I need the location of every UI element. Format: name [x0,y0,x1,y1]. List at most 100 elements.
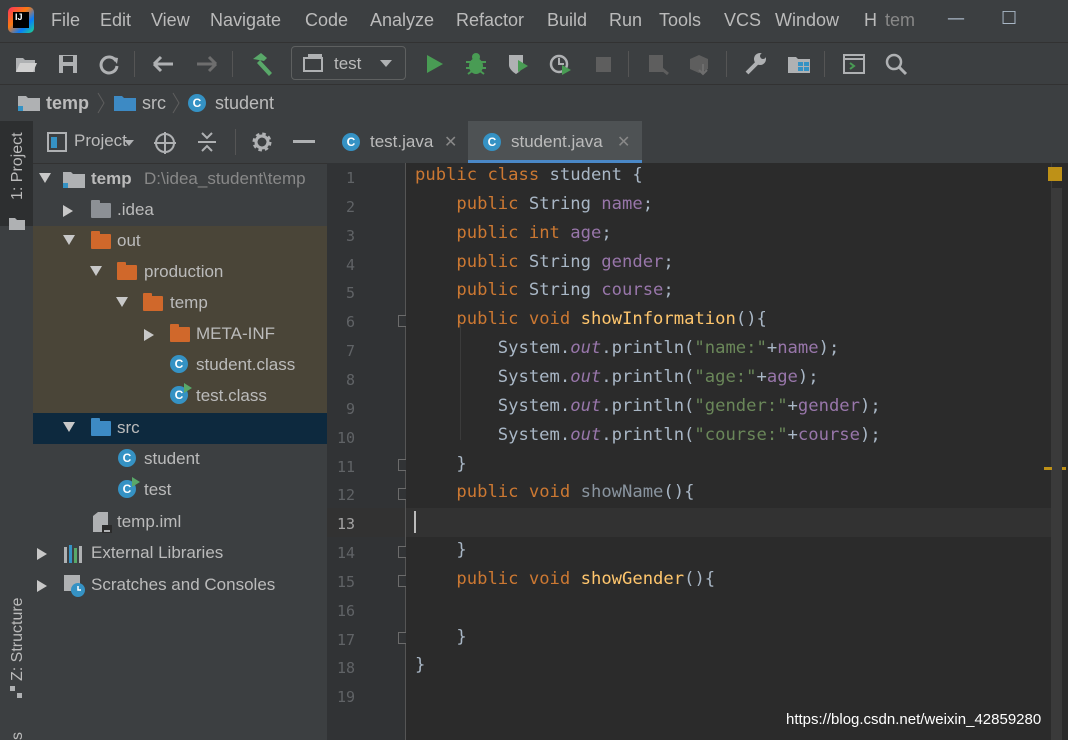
code-editor[interactable]: public class student { public String nam… [406,163,1051,740]
menu-edit[interactable]: Edit [100,10,131,31]
debug-icon[interactable] [461,49,491,79]
tab-test-java[interactable]: C test.java ✕ [327,121,467,163]
tree-item-temp-output[interactable]: temp [33,288,327,319]
expand-arrow-icon[interactable] [90,266,102,276]
line-number: 12 [336,486,355,505]
editor-gutter[interactable]: 1 2 3 4 5 6 7 8 9 10 11 12 13 14 15 16 17 18 19 [327,163,410,740]
tree-item-external-libraries[interactable]: External Libraries [33,538,327,569]
tree-item-student[interactable]: C student [33,444,327,475]
expand-arrow-icon[interactable] [37,548,47,560]
code-line: } [415,655,426,676]
tree-item-src[interactable]: src [33,413,327,444]
menu-window[interactable]: Window [775,10,839,31]
line-number: 6 [345,313,355,332]
menu-bar: IJ File Edit View Navigate Code Analyze … [0,0,1068,42]
menu-tools[interactable]: Tools [659,10,701,31]
chevron-down-icon[interactable] [123,139,135,147]
menu-file[interactable]: File [51,10,80,31]
tree-item-meta-inf[interactable]: META-INF [33,319,327,350]
menu-help[interactable]: H [864,10,877,31]
tree-item-label: META-INF [196,324,276,343]
breadcrumb-file[interactable]: student [215,93,274,114]
tree-item-temp-module[interactable]: temp D:\idea_student\temp [33,164,327,195]
line-number: 1 [345,169,355,187]
stop-icon[interactable] [588,49,618,79]
search-icon[interactable] [881,49,911,79]
expand-arrow-icon[interactable] [116,297,128,307]
code-line: public String course; [456,280,674,301]
line-number: 11 [336,457,355,476]
code-line: System.out.println("course:"+course); [415,424,881,445]
open-folder-icon[interactable] [11,49,41,79]
project-structure-icon[interactable] [784,49,814,79]
gear-icon[interactable] [251,131,273,153]
maximize-button[interactable]: ☐ [1001,8,1017,29]
tab-label: student.java [511,132,603,151]
run-icon[interactable] [419,49,449,79]
breadcrumb-project[interactable]: temp [46,93,89,114]
expand-arrow-icon[interactable] [63,422,75,432]
breadcrumb-folder[interactable]: src [142,93,166,114]
menu-run[interactable]: Run [609,10,642,31]
run-config-dropdown[interactable]: test [291,46,406,80]
expand-arrow-icon[interactable] [39,173,51,183]
line-number: 9 [345,399,355,418]
expand-arrow-icon[interactable] [37,580,47,592]
folder-icon [9,218,25,230]
settings-wrench-icon[interactable] [741,49,771,79]
coverage-icon[interactable] [503,49,533,79]
scratches-icon [64,575,85,597]
breadcrumb-separator-icon [172,92,180,114]
tree-item-production[interactable]: production [33,257,327,288]
project-tool-tab-label[interactable]: 1: Project [9,132,27,200]
tree-item-student-class[interactable]: C student.class [33,350,327,381]
deploy-icon[interactable] [685,49,715,79]
tree-item-scratches[interactable]: Scratches and Consoles [33,570,327,601]
code-line: } [415,453,467,474]
tree-item-temp-iml[interactable]: temp.iml [33,507,327,538]
hide-panel-icon[interactable] [293,140,315,144]
locate-target-icon[interactable] [153,131,177,155]
runnable-class-icon: C [118,477,140,498]
attach-icon[interactable] [643,49,673,79]
menu-refactor[interactable]: Refactor [456,10,524,31]
back-icon[interactable] [148,49,178,79]
menu-vcs[interactable]: VCS [724,10,761,31]
terminal-icon[interactable] [839,49,869,79]
sync-icon[interactable] [94,49,124,79]
structure-tool-tab-label[interactable]: Z: Structure [9,597,27,681]
tab-student-java[interactable]: C student.java ✕ [468,121,642,163]
menu-view[interactable]: View [151,10,190,31]
tree-item-test-class[interactable]: C test.class [33,381,327,412]
menu-code[interactable]: Code [305,10,348,31]
line-number: 4 [345,255,355,274]
source-folder-icon [114,96,136,111]
menu-navigate[interactable]: Navigate [210,10,281,31]
code-line: public void showName(){ [456,482,695,503]
expand-arrow-icon[interactable] [144,329,154,341]
menu-build[interactable]: Build [547,10,587,31]
tree-item-idea[interactable]: .idea [33,195,327,226]
menu-analyze[interactable]: Analyze [370,10,434,31]
project-panel-title[interactable]: Project [74,131,127,151]
favorites-tool-tab-label[interactable]: s [9,732,27,740]
build-hammer-icon[interactable] [247,49,277,79]
expand-arrow-icon[interactable] [63,235,75,245]
close-icon[interactable]: ✕ [617,132,630,151]
module-folder-icon [63,172,85,188]
tree-item-out[interactable]: out [33,226,327,257]
profile-icon[interactable] [545,49,575,79]
scrollbar-track[interactable] [1052,188,1062,740]
forward-icon[interactable] [192,49,222,79]
collapse-all-icon[interactable] [196,130,218,154]
line-number: 17 [336,630,355,649]
class-icon: C [188,94,206,112]
editor-scrollbar[interactable] [1044,163,1068,740]
line-number: 15 [336,572,355,591]
minimize-button[interactable]: — [947,8,965,29]
expand-arrow-icon[interactable] [63,205,73,217]
close-icon[interactable]: ✕ [444,132,457,151]
tree-item-test[interactable]: C test [33,475,327,506]
save-icon[interactable] [53,49,83,79]
analysis-status-icon [1048,167,1062,181]
